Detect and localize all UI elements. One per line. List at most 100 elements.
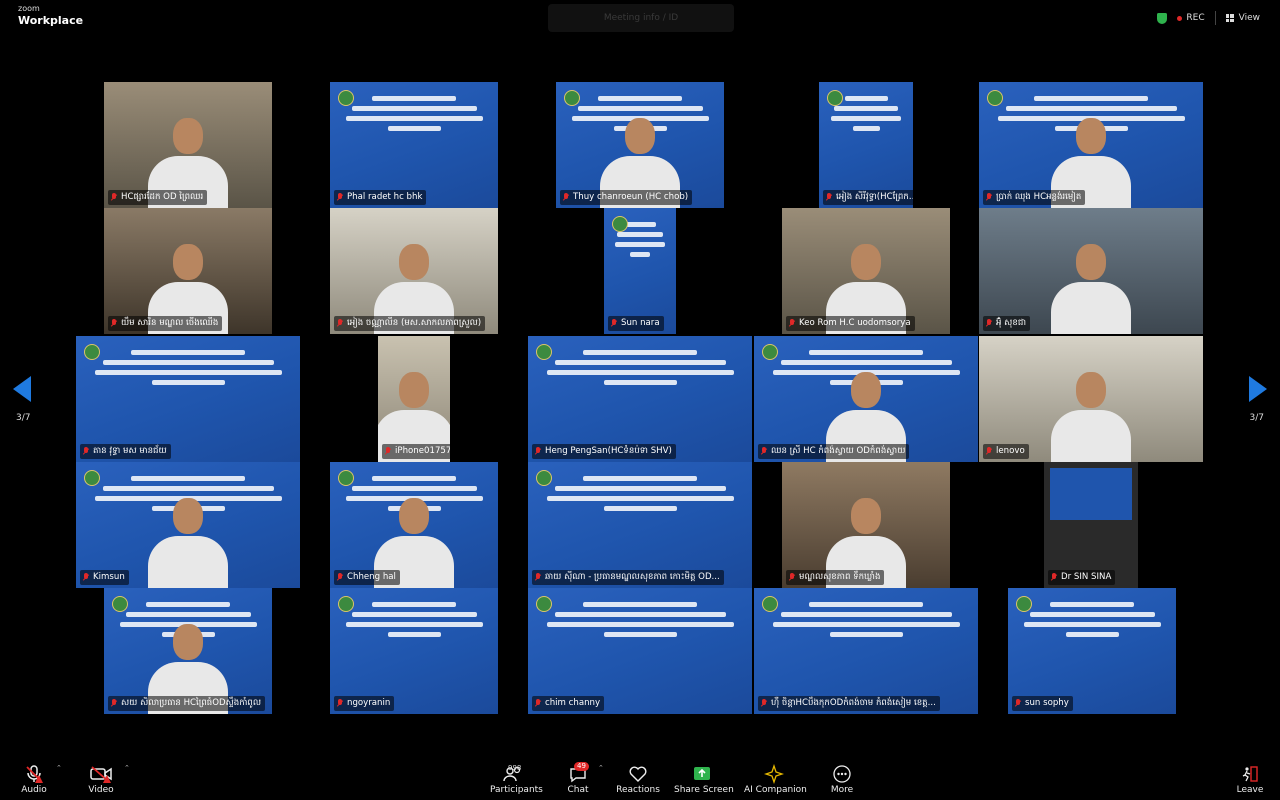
reactions-button[interactable]: Reactions [616,764,660,795]
participant-name: chim channy [545,698,601,708]
participant-tile[interactable]: Sun nara [604,208,676,334]
participant-tile[interactable]: អៀង ចណ្ណាលីន (មស.សាកលភាពស្រួល) [330,208,498,334]
ministry-emblem-icon [84,344,100,360]
meeting-title: Meeting info / ID [603,13,679,23]
chat-options-chevron-icon[interactable]: ⌃ [598,764,604,772]
slide-text-line [617,232,663,237]
participant-name: ឆាយ ស៊ីណា - ប្រធានមណ្ឌលសុខភាព កោះមិត្ត O… [545,572,720,582]
prev-page-arrow-icon[interactable] [13,376,31,402]
participant-name-label: sun sophy [1012,696,1073,711]
ministry-emblem-icon [564,90,580,106]
muted-microphone-icon [111,193,117,202]
ministry-emblem-icon [762,344,778,360]
participant-name: Thuy chanroeun (HC chob) [573,192,689,202]
participant-tile[interactable]: sun sophy [1008,588,1176,714]
participant-tile[interactable]: ហ៊ឺ ចិន្តាHCបឹងកុកODកំពង់ចាម កំពង់សៀម ខេ… [754,588,978,714]
video-options-chevron-icon[interactable]: ⌃ [124,764,130,772]
sparkle-icon [744,763,804,785]
ministry-emblem-icon [536,344,552,360]
participant-tile[interactable]: Phal radet hc bhk [330,82,498,208]
slide-text-line [844,96,888,101]
participant-tile[interactable]: HCផ្សារដែក OD ព្រៃឈរ [104,82,272,208]
participants-button[interactable]: 998 Participants [490,764,543,795]
participant-tile[interactable]: ឆាយ ស៊ីណា - ប្រធានមណ្ឌលសុខភាព កោះមិត្ត O… [528,462,752,588]
brand-small: zoom [18,4,40,13]
audio-button[interactable]: Audio [18,764,50,795]
participant-name: iPhone017576040 [395,446,450,456]
microphone-muted-icon [18,764,50,784]
participant-tile[interactable]: សយ សិលាប្រធាន HCព្រៃធំODស្ទឹងកាំពូល [104,588,272,714]
ai-companion-button[interactable]: AI Companion [744,763,807,795]
participant-tile[interactable]: Dr SIN SINA [1044,462,1138,588]
participant-tile[interactable]: យឹម សារិន មណ្ឌល ចើងឈើង [104,208,272,334]
muted-microphone-icon [83,447,89,456]
participant-name-label: Chheng hal [334,570,400,585]
participant-tile[interactable]: Heng PengSan(HCទំនប់ទា SHV) [528,336,752,462]
leave-button[interactable]: Leave [1234,764,1266,795]
chat-icon: 49 [562,762,594,784]
slide-text-line [630,252,650,257]
slide-content [1016,596,1168,642]
slide-text-line [772,622,960,627]
ministry-emblem-icon [1016,596,1032,612]
more-button[interactable]: More [826,764,858,795]
participant-video [148,498,228,588]
muted-microphone-icon [111,699,117,708]
participant-name-label: Heng PengSan(HCទំនប់ទា SHV) [532,444,676,459]
participant-tile[interactable]: អ៊ុំ សុខជា [979,208,1203,334]
ministry-emblem-icon [338,470,354,486]
leave-label: Leave [1236,785,1264,795]
slide-text-line [1065,632,1119,637]
meeting-toolbar: Audio ⌃ Video ⌃ 998 Participants 49 Chat… [0,760,1280,800]
participant-name: Kimsun [93,572,125,582]
video-button[interactable]: Video [84,764,118,795]
chat-button[interactable]: 49 Chat [562,762,594,795]
participant-name: អ៊ុំ សុខជា [996,318,1027,328]
divider [1214,11,1216,25]
muted-microphone-icon [337,699,343,708]
muted-microphone-icon [986,319,992,328]
slide-text-line [345,622,483,627]
participant-tile[interactable]: Chheng hal [330,462,498,588]
view-button[interactable]: View [1225,13,1260,23]
ministry-emblem-icon [338,596,354,612]
muted-microphone-icon [111,319,117,328]
meeting-info-pill[interactable]: Meeting info / ID [548,4,734,32]
share-screen-button[interactable]: Share Screen [674,764,734,795]
participant-tile[interactable]: Kimsun [76,462,300,588]
participant-tile[interactable]: មណ្ឌលសុខភាព ទឹកឃ្លាំង [782,462,950,588]
participant-tile[interactable]: ngoyranin [330,588,498,714]
audio-options-chevron-icon[interactable]: ⌃ [56,764,62,772]
next-page-arrow-icon[interactable] [1249,376,1267,402]
muted-microphone-icon [535,573,541,582]
participant-tile[interactable]: chim channy [528,588,752,714]
camera-off-icon [84,764,118,784]
participant-tile[interactable]: ឈន ស្រី HC កំពង់ស្វាយ ODកំពង់ស្វាយ [754,336,978,462]
encryption-shield-icon[interactable] [1157,12,1168,24]
participant-tile[interactable]: ប្រាក់ ឈុង HCអន្លង់រមៀត [979,82,1203,208]
participant-name-label: HCផ្សារដែក OD ព្រៃឈរ [108,190,208,205]
participant-name: HCផ្សារដែក OD ព្រៃឈរ [121,192,204,202]
slide-text-line [583,602,697,607]
participant-name: Chheng hal [347,572,396,582]
muted-microphone-icon [826,193,832,202]
participant-name: សយ សិលាប្រធាន HCព្រៃធំODស្ទឹងកាំពូល [121,698,262,708]
slide-text-line [615,242,665,247]
slide-text-line [583,350,697,355]
participant-tile[interactable]: lenovo [979,336,1203,462]
leave-icon [1234,764,1266,784]
slide-text-line [102,360,274,365]
participant-name-label: ឆាយ ស៊ីណា - ប្រធានមណ្ឌលសុខភាព កោះមិត្ត O… [532,570,724,585]
slide-content [612,216,668,262]
participant-tile[interactable]: Keo Rom H.C uodomsorya [782,208,950,334]
slide-content [536,596,744,642]
participant-tile[interactable]: តាន វុទ្ធា មស មានជ័យ [76,336,300,462]
more-label: More [830,785,854,795]
slide-text-line [102,486,274,491]
participant-tile[interactable]: iPhone017576040 [378,336,450,462]
recording-indicator[interactable]: REC [1177,13,1205,23]
participant-tile[interactable]: Thuy chanroeun (HC chob) [556,82,724,208]
slide-content [84,344,292,390]
participant-tile[interactable]: អៀង សិរីវុទ្ធា(HCព្រែកកាត់ODសង្កែ) [819,82,913,208]
slide-text-line [546,370,734,375]
